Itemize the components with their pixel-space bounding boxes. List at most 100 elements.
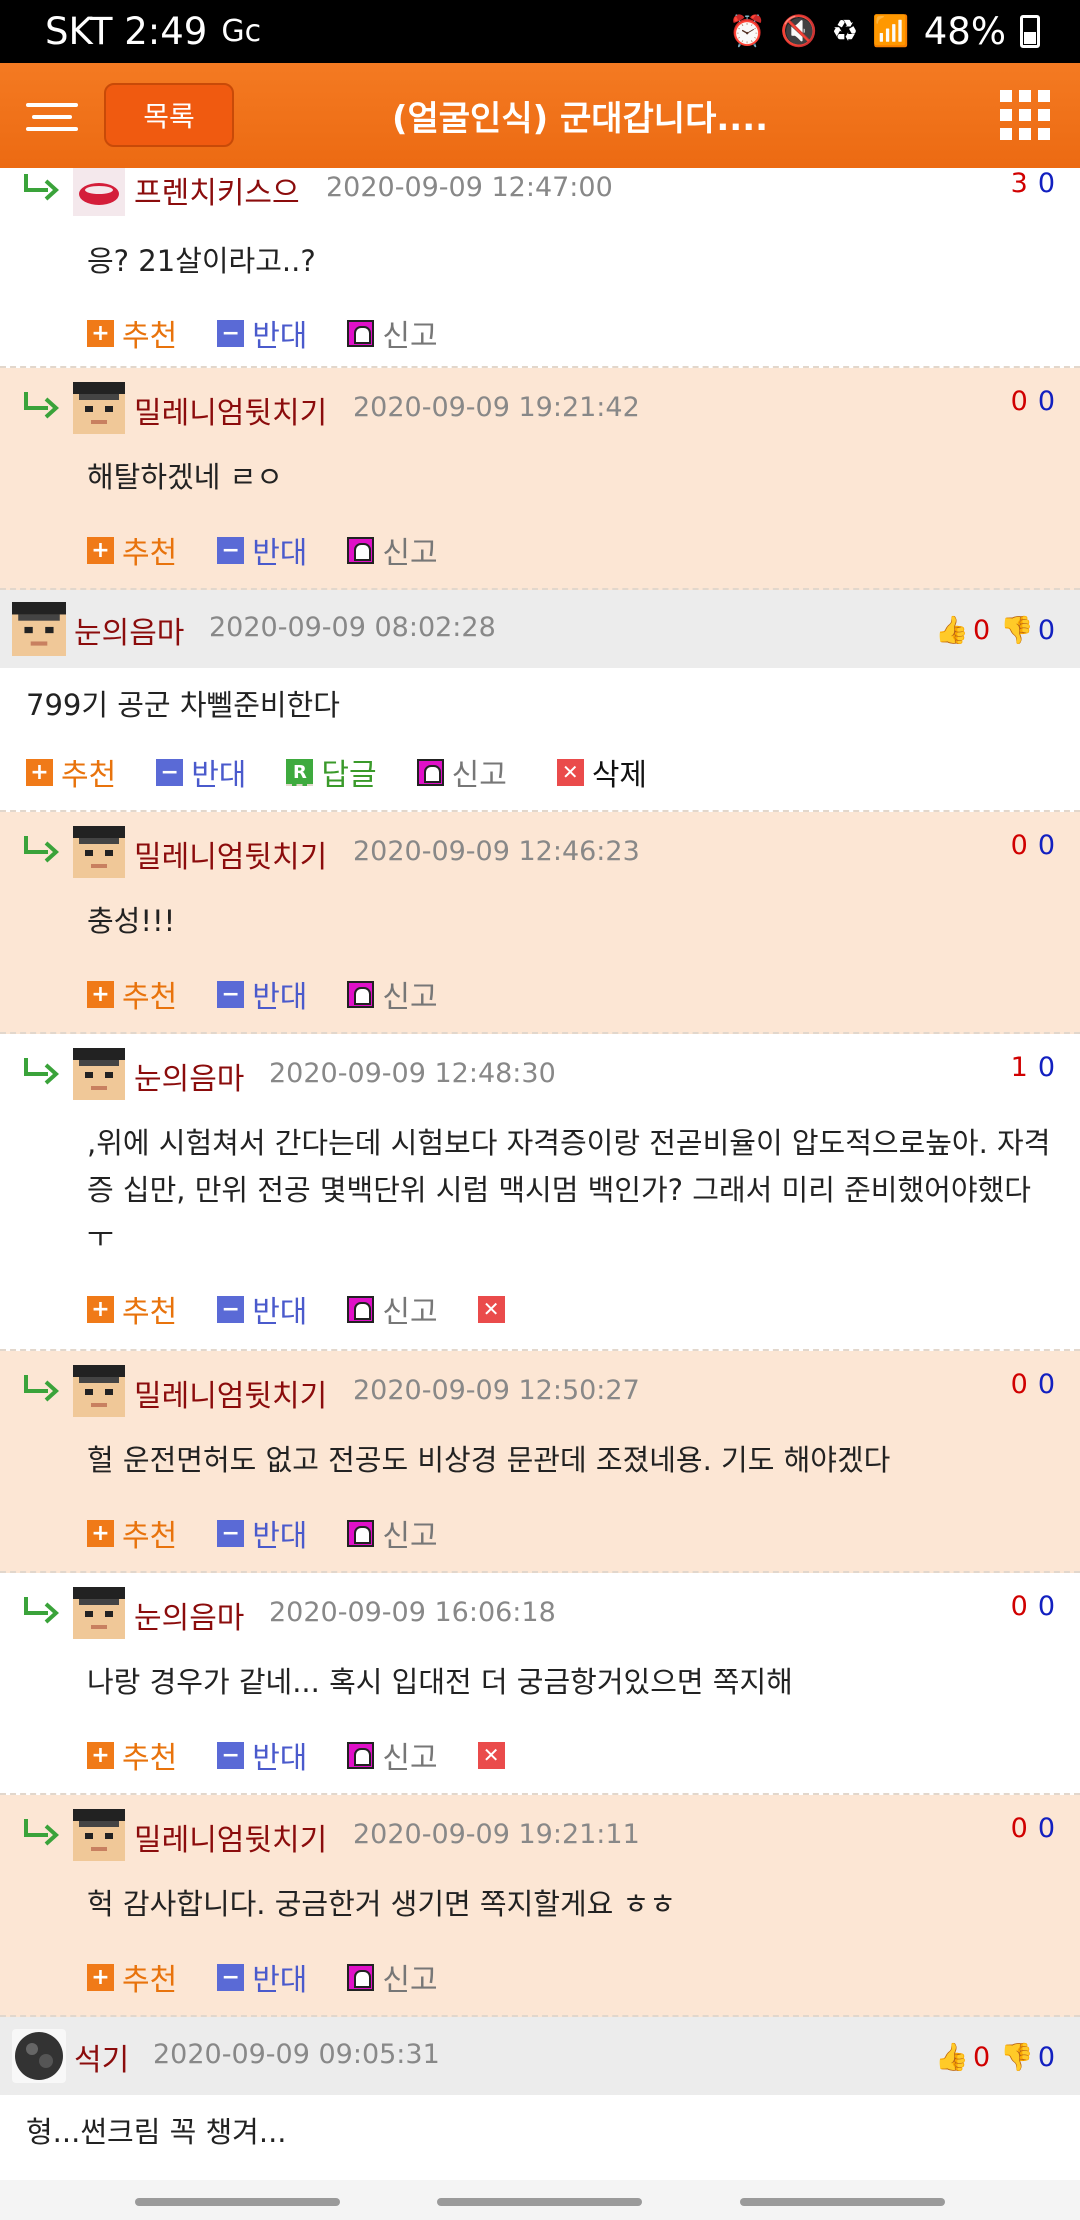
minus-icon: − — [217, 536, 245, 564]
oppose-button[interactable]: − 반대 — [156, 750, 246, 794]
oppose-button[interactable]: − 반대 — [217, 1511, 307, 1555]
report-button[interactable]: 신고 — [416, 750, 507, 794]
plus-icon: + — [87, 319, 114, 347]
minus-icon: − — [217, 1519, 245, 1547]
nickname[interactable]: 눈의음마 — [134, 1593, 244, 1637]
nav-back-handle[interactable] — [135, 2198, 340, 2206]
avatar[interactable] — [73, 168, 125, 216]
nickname[interactable]: 밀레니엄뒷치기 — [134, 832, 327, 876]
nickname[interactable]: 눈의음마 — [134, 1054, 244, 1098]
report-icon — [416, 758, 444, 786]
reply-item: 프렌치키스으 2020-09-09 12:47:00 30 응? 21살이라고.… — [0, 168, 1080, 368]
nickname[interactable]: 밀레니엄뒷치기 — [134, 1815, 327, 1859]
alarm-icon: ⏰ — [728, 14, 767, 49]
avatar[interactable] — [73, 382, 125, 434]
recommend-button[interactable]: + 추천 — [87, 311, 177, 355]
delete-button[interactable]: ✕ — [477, 1741, 513, 1769]
avatar[interactable] — [12, 2029, 66, 2083]
reply-actions: + 추천 − 반대 신고 — [87, 311, 478, 355]
reply-actions: + 추천 − 반대 신고 — [87, 528, 478, 572]
oppose-button[interactable]: − 반대 — [217, 972, 307, 1016]
vote-count: 👍 0 👎 0 — [935, 2041, 1055, 2074]
mute-icon: 🔇 — [780, 14, 818, 49]
oppose-button[interactable]: − 반대 — [217, 528, 307, 572]
report-icon — [347, 1519, 375, 1547]
avatar[interactable] — [73, 1809, 125, 1861]
avatar[interactable] — [73, 1365, 125, 1417]
nav-recents-handle[interactable] — [740, 2198, 945, 2206]
timestamp: 2020-09-09 19:21:42 — [353, 392, 640, 423]
reply-arrow-icon — [24, 1819, 59, 1846]
report-button[interactable]: 신고 — [347, 1511, 438, 1555]
battery-saver-icon: ♻ — [831, 14, 859, 49]
reply-actions: + 추천 − 반대 신고 — [87, 1955, 478, 1999]
report-button[interactable]: 신고 — [347, 1287, 438, 1331]
nickname[interactable]: 석기 — [74, 2035, 129, 2079]
reply-text: 해탈하겠네 ㄹㅇ — [87, 460, 283, 494]
recommend-button[interactable]: + 추천 — [87, 528, 177, 572]
avatar[interactable] — [73, 826, 125, 878]
recommend-button[interactable]: + 추천 — [87, 1955, 177, 1999]
report-button[interactable]: 신고 — [347, 311, 438, 355]
recommend-button[interactable]: + 추천 — [87, 1511, 177, 1555]
apps-grid-icon[interactable] — [1000, 90, 1050, 140]
delete-icon: ✕ — [477, 1295, 505, 1323]
recommend-button[interactable]: + 추천 — [87, 1287, 177, 1331]
comment-list: 프렌치키스으 2020-09-09 12:47:00 30 응? 21살이라고.… — [0, 168, 1080, 2180]
report-icon — [347, 536, 375, 564]
menu-icon[interactable] — [26, 97, 78, 135]
carrier-time: SKT 2:49 — [45, 10, 208, 53]
nickname[interactable]: 밀레니엄뒷치기 — [134, 388, 327, 432]
oppose-button[interactable]: − 반대 — [217, 1287, 307, 1331]
timestamp: 2020-09-09 12:50:27 — [353, 1375, 640, 1406]
plus-icon: + — [87, 1963, 114, 1991]
thumbs-up-icon[interactable]: 👍 — [935, 2041, 969, 2073]
vote-count: 00 — [1010, 830, 1055, 861]
minus-icon: − — [217, 1295, 245, 1323]
thumbs-down-icon[interactable]: 👎 — [1000, 2041, 1034, 2073]
minus-icon: − — [217, 319, 245, 347]
nickname[interactable]: 눈의음마 — [74, 608, 184, 652]
thumbs-up-icon[interactable]: 👍 — [935, 614, 969, 646]
avatar[interactable] — [73, 1048, 125, 1100]
oppose-button[interactable]: − 반대 — [217, 311, 307, 355]
plus-icon: + — [87, 1295, 114, 1323]
comment-body: 799기 공군 차뻴준비한다 + 추천 − 반대 R 답글 신고 ✕ 삭제 — [0, 668, 1080, 812]
vote-count: 30 — [1010, 168, 1055, 199]
nav-home-handle[interactable] — [437, 2198, 642, 2206]
recommend-button[interactable]: + 추천 — [26, 750, 116, 794]
timestamp: 2020-09-09 09:05:31 — [153, 2039, 440, 2070]
reply-text: 헐 운전면허도 없고 전공도 비상경 문관데 조졌네용. 기도 해야겠다 — [87, 1443, 891, 1477]
reply-button[interactable]: R 답글 — [286, 750, 377, 794]
thumbs-down-icon[interactable]: 👎 — [1000, 614, 1034, 646]
minus-icon: − — [217, 1963, 245, 1991]
nickname[interactable]: 프렌치키스으 — [134, 168, 300, 212]
oppose-button[interactable]: − 반대 — [217, 1955, 307, 1999]
reply-arrow-icon — [24, 836, 59, 863]
report-icon — [347, 1295, 375, 1323]
delete-button[interactable]: ✕ — [477, 1295, 513, 1323]
comment-actions: + 추천 − 반대 R 답글 신고 ✕ 삭제 — [26, 750, 687, 794]
oppose-button[interactable]: − 반대 — [217, 1733, 307, 1777]
report-button[interactable]: 신고 — [347, 972, 438, 1016]
plus-icon: + — [87, 1741, 114, 1769]
avatar[interactable] — [12, 602, 66, 656]
nickname[interactable]: 밀레니엄뒷치기 — [134, 1371, 327, 1415]
recommend-button[interactable]: + 추천 — [87, 972, 177, 1016]
report-button[interactable]: 신고 — [347, 1955, 438, 1999]
timestamp: 2020-09-09 12:46:23 — [353, 836, 640, 867]
vote-count: 10 — [1010, 1052, 1055, 1083]
avatar[interactable] — [73, 1587, 125, 1639]
report-button[interactable]: 신고 — [347, 1733, 438, 1777]
timestamp: 2020-09-09 08:02:28 — [209, 612, 496, 643]
gc-notification-icon: Gc — [221, 14, 262, 49]
report-button[interactable]: 신고 — [347, 528, 438, 572]
app-bar: 목록 (얼굴인식) 군대갑니다.... — [0, 63, 1080, 168]
reply-item: 밀레니엄뒷치기 2020-09-09 19:21:42 00 해탈하겠네 ㄹㅇ … — [0, 368, 1080, 590]
delete-button[interactable]: ✕ 삭제 — [556, 750, 647, 794]
reply-arrow-icon — [24, 1597, 59, 1624]
list-button[interactable]: 목록 — [104, 83, 234, 147]
vote-count: 00 — [1010, 1591, 1055, 1622]
recommend-button[interactable]: + 추천 — [87, 1733, 177, 1777]
reply-actions: + 추천 − 반대 신고 ✕ — [87, 1733, 553, 1777]
